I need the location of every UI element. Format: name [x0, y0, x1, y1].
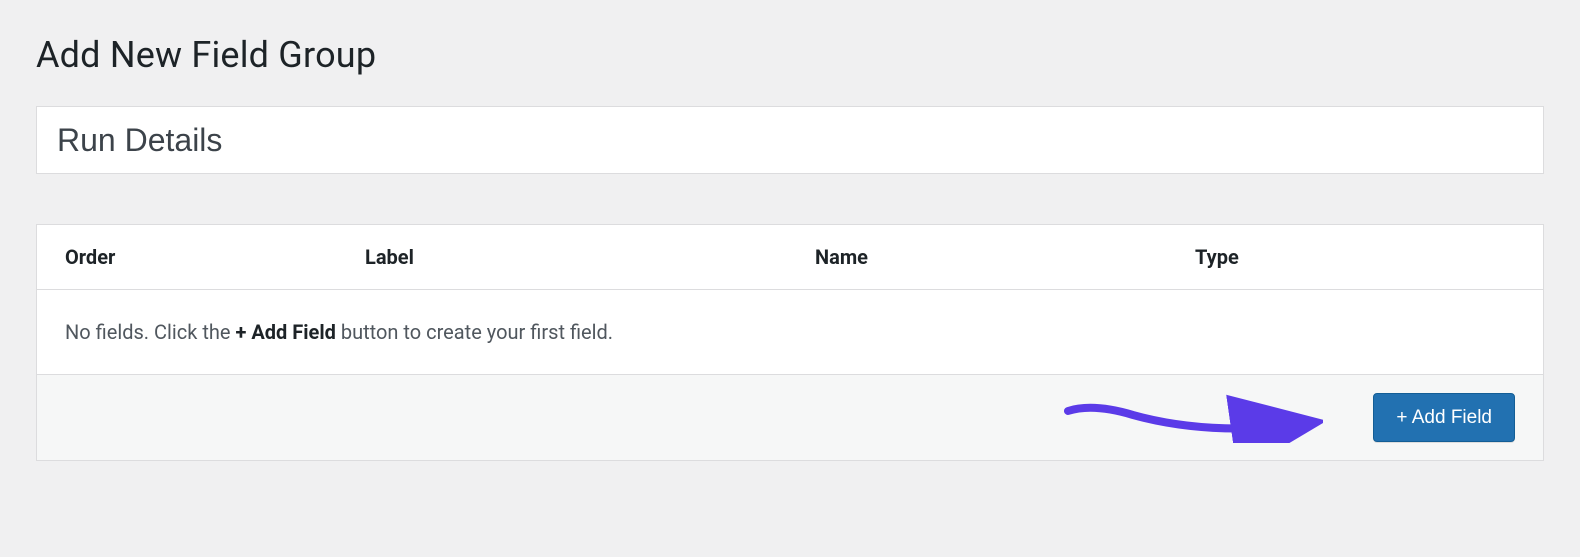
- column-header-type: Type: [1195, 245, 1515, 269]
- empty-suffix: button to create your first field.: [336, 320, 613, 344]
- empty-state-message: No fields. Click the + Add Field button …: [37, 290, 1543, 375]
- annotation-arrow-icon: [1063, 393, 1323, 443]
- fields-panel: Order Label Name Type No fields. Click t…: [36, 224, 1544, 461]
- add-field-button[interactable]: + Add Field: [1373, 393, 1515, 442]
- empty-prefix: No fields. Click the: [65, 320, 235, 344]
- column-header-name: Name: [815, 245, 1195, 269]
- column-header-order: Order: [65, 245, 365, 269]
- group-title-input[interactable]: [36, 106, 1544, 174]
- column-header-label: Label: [365, 245, 815, 269]
- fields-header-row: Order Label Name Type: [37, 225, 1543, 290]
- page-title: Add New Field Group: [36, 34, 1544, 76]
- empty-bold: + Add Field: [235, 320, 335, 344]
- fields-footer: + Add Field: [37, 375, 1543, 460]
